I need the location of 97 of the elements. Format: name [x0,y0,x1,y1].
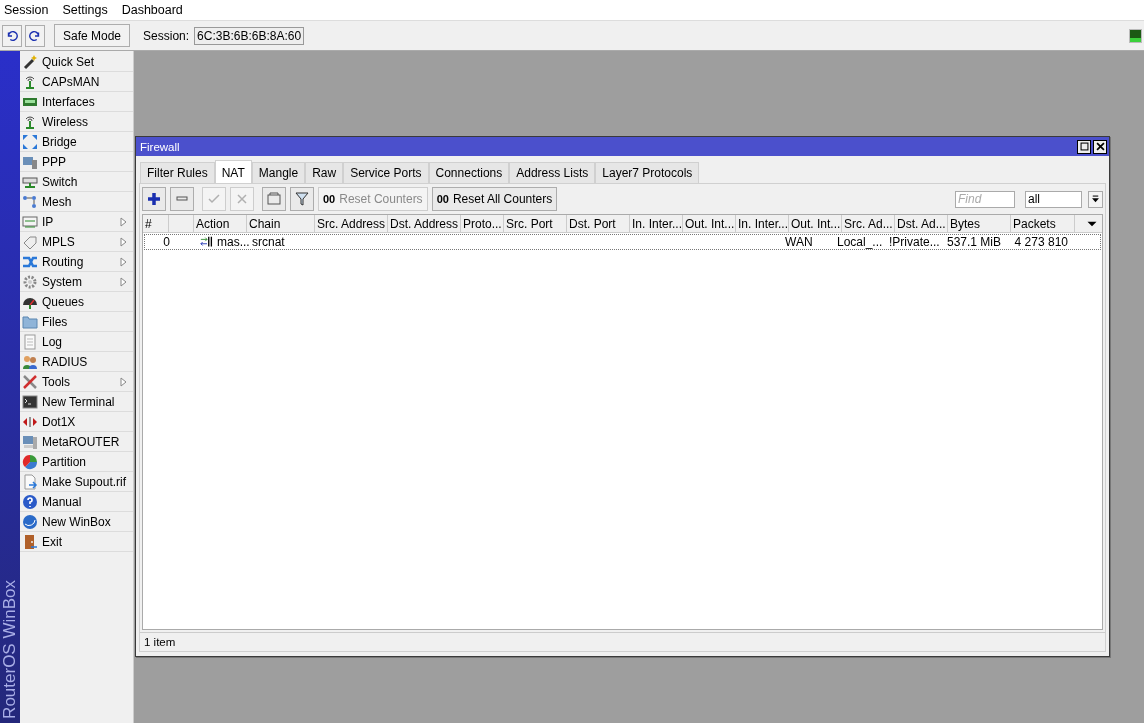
masquerade-icon [200,235,214,249]
brand-text: RouterOS WinBox [0,580,20,719]
tab[interactable]: Address Lists [509,162,596,183]
tab[interactable]: Connections [428,162,510,183]
sidebar-item[interactable]: Dot1X [20,412,133,432]
table-cell: Local_... [837,235,883,249]
column-header[interactable]: Proto... [461,215,504,232]
column-header[interactable]: Packets [1011,215,1075,232]
sidebar-item[interactable]: Mesh [20,192,133,212]
tab[interactable]: Filter Rules [140,162,215,183]
undo-button[interactable] [2,24,22,47]
sidebar-item[interactable]: Exit [20,532,133,552]
pie-chart-icon [22,453,38,470]
table-row[interactable]: 0 mas... srcnat WAN Local_... !Private... 537.1 MiB 4 273 810 [144,234,1101,250]
column-header[interactable]: Src. Address [315,215,388,232]
status-text: 1 item [144,636,176,648]
note-icon [266,191,282,207]
maximize-button[interactable] [1077,139,1091,154]
close-icon [1094,141,1106,152]
column-header[interactable]: Src. Port [504,215,567,232]
add-button[interactable] [142,187,166,211]
dropdown-button[interactable] [1088,190,1103,208]
close-button[interactable] [1093,139,1107,154]
session-field[interactable]: 6C:3B:6B:6B:8A:60 [194,26,305,45]
column-header[interactable]: Src. Ad... [842,215,895,232]
menu-item[interactable]: Settings [62,3,108,17]
filter-button[interactable] [290,187,314,211]
down-arrow-icon [1090,193,1101,205]
sidebar-item[interactable]: RADIUS [20,352,133,372]
people-icon [22,353,38,370]
tab[interactable]: Raw [305,162,344,183]
sidebar-item[interactable]: New Terminal [20,392,133,412]
column-header[interactable]: Out. Int... [683,215,736,232]
table-cell: !Private... [889,235,940,249]
sidebar-item[interactable]: Partition [20,452,133,472]
maximize-icon [1078,141,1090,152]
find-field[interactable]: Find [955,190,1015,208]
table-cell: mas... [217,235,250,249]
column-header[interactable]: Dst. Ad... [895,215,948,232]
sidebar-item[interactable]: IP [20,212,133,232]
folder-icon [22,313,38,330]
safe-mode-button[interactable]: Safe Mode [54,24,131,47]
wand-icon [22,53,38,70]
sidebar-item[interactable]: MPLS [20,232,133,252]
tools-icon [22,373,38,390]
window-title: Firewall [140,140,180,153]
sidebar-item[interactable]: Log [20,332,133,352]
menu-item[interactable]: Session [4,3,49,17]
session-label: Session: [143,28,190,43]
sidebar-item[interactable]: Routing [20,252,133,272]
redo-icon [28,28,42,43]
column-header[interactable]: Dst. Port [567,215,630,232]
column-header[interactable]: Action [194,215,247,232]
reset-counters-button[interactable]: 00 Reset All Counters [431,187,558,211]
column-header[interactable]: In. Inter... [736,215,789,232]
sidebar-item[interactable]: System [20,272,133,292]
column-header[interactable]: Dst. Address [388,215,461,232]
table-cell: 4 273 810 [1014,235,1068,249]
terminal-icon [22,393,38,410]
tab[interactable]: Layer7 Protocols [595,162,700,183]
sidebar-item[interactable]: Interfaces [20,92,133,112]
arrows-icon [22,133,38,150]
column-header[interactable]: Bytes [948,215,1011,232]
sidebar-item[interactable]: Quick Set [20,52,133,72]
column-header[interactable]: In. Inter... [630,215,683,232]
tab[interactable]: Service Ports [343,162,429,183]
filter-icon [294,191,310,207]
column-header[interactable]: Chain [247,215,315,232]
sidebar-item[interactable]: Wireless [20,112,133,132]
sidebar-item[interactable]: Switch [20,172,133,192]
status-indicator-icon [1129,28,1142,43]
column-header[interactable]: Out. Int... [789,215,842,232]
redo-button[interactable] [25,24,45,47]
sidebar-item[interactable]: Make Supout.rif [20,472,133,492]
table-cell: 0 [163,235,170,249]
table-cell: srcnat [252,235,285,249]
nodes-icon [22,193,38,210]
table-cell: WAN [785,235,813,249]
menu-item[interactable]: Dashboard [121,3,183,17]
sidebar-item[interactable]: Queues [20,292,133,312]
column-header[interactable]: # [143,215,169,232]
table-cell: 537.1 MiB [946,235,1001,249]
tab[interactable]: Mangle [251,162,306,183]
plus-icon [146,191,162,207]
sidebar-item[interactable]: Files [20,312,133,332]
undo-icon [5,28,19,43]
sidebar-item[interactable]: Tools [20,372,133,392]
filter-select[interactable]: all [1025,190,1082,208]
sidebar-item[interactable]: Manual [20,492,133,512]
sidebar-item[interactable]: CAPsMAN [20,72,133,92]
globe-icon [22,513,38,530]
sidebar-item[interactable]: MetaROUTER [20,432,133,452]
tab[interactable]: NAT [214,160,252,184]
sidebar-item[interactable]: PPP [20,152,133,172]
sidebar-item[interactable]: Bridge [20,132,133,152]
help-icon [22,493,38,510]
sidebar-item[interactable]: New WinBox [20,512,133,532]
